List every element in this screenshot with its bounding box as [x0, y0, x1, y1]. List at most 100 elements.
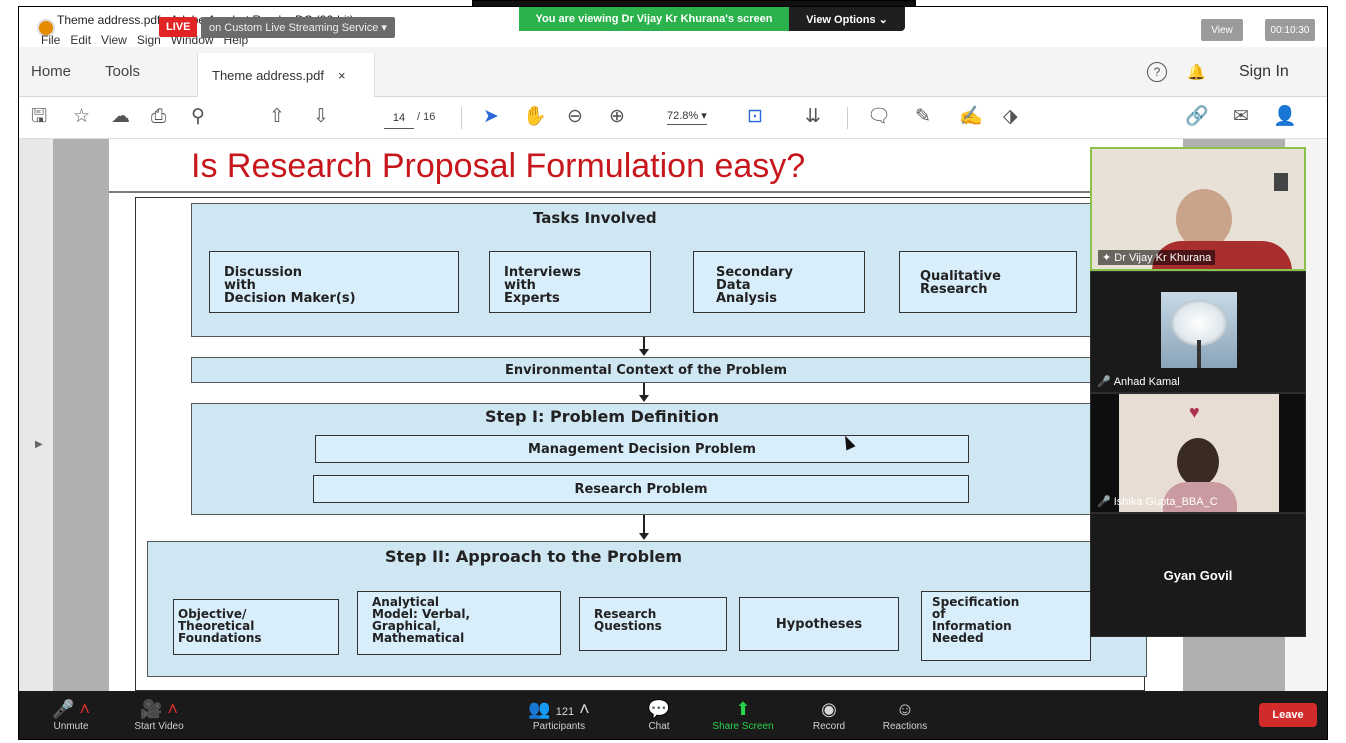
leave-button[interactable]: Leave: [1259, 703, 1317, 727]
viewing-banner: You are viewing Dr Vijay Kr Khurana's sc…: [519, 7, 789, 31]
wall-frame: [1274, 173, 1288, 191]
share-screen-button[interactable]: ⬆ Share Screen: [703, 699, 783, 732]
comment-icon[interactable]: 🗨: [867, 107, 891, 127]
tab-home[interactable]: Home: [31, 63, 71, 80]
host-face: [1176, 189, 1232, 249]
task-box: Interviews with Experts: [489, 251, 651, 313]
record-button[interactable]: ◉ Record: [789, 699, 869, 732]
email-icon[interactable]: ✉: [1233, 107, 1249, 127]
video-tile-ishika[interactable]: ♥ 🎤 Ishika Gupta_BBA_C: [1090, 393, 1306, 513]
chat-button[interactable]: 💬 Chat: [619, 699, 699, 732]
title-rule: [109, 191, 1109, 193]
expand-panel-icon[interactable]: ▶: [35, 439, 43, 450]
mic-muted-icon: 🎤 ˄: [52, 699, 90, 719]
upload-cloud-icon[interactable]: ☁: [111, 107, 130, 127]
scroll-mode-icon[interactable]: ⇊: [805, 107, 821, 127]
approach-box: Research Questions: [579, 597, 727, 651]
highlight-pen-icon[interactable]: ✎: [915, 107, 931, 127]
environmental-context-box: Environmental Context of the Problem: [191, 357, 1101, 383]
zoom-window: Theme address.pdf - Adobe Acrobat Reader…: [18, 6, 1328, 740]
zoom-control-bar: 🎤 ˄ Unmute 🎥 ˄ Start Video 👥 121 ˄ Parti…: [19, 691, 1327, 739]
help-icon[interactable]: ?: [1147, 62, 1167, 82]
menu-edit[interactable]: Edit: [70, 33, 91, 47]
left-nav-panel: ▶: [19, 139, 53, 691]
mic-muted-icon: 🎤: [1097, 496, 1111, 508]
tab-document-label: Theme address.pdf: [212, 67, 325, 83]
pdf-page: Is Research Proposal Formulation easy? T…: [109, 139, 1183, 691]
menu-file[interactable]: File: [41, 33, 60, 47]
hand-tool-icon[interactable]: ✋: [523, 107, 547, 127]
unmute-button[interactable]: 🎤 ˄ Unmute: [31, 699, 111, 732]
research-problem-box: Research Problem: [313, 475, 969, 503]
tile-name: 🎤 Ishika Gupta_BBA_C: [1097, 496, 1218, 508]
page-number-input[interactable]: 14: [384, 107, 414, 129]
page-gutter-left: [53, 139, 109, 691]
toolbar-separator: [461, 107, 462, 129]
video-tile-anhad[interactable]: 🎤 Anhad Kamal: [1090, 271, 1306, 393]
tab-document[interactable]: Theme address.pdf ×: [197, 53, 375, 97]
view-button[interactable]: View: [1201, 19, 1243, 41]
pin-icon: ✦: [1102, 252, 1115, 264]
video-off-icon: 🎥 ˄: [140, 699, 178, 719]
toolbar-separator: [847, 107, 848, 129]
zoom-search-icon[interactable]: ⚲: [191, 107, 205, 127]
fill-sign-icon[interactable]: ⬗: [1003, 107, 1018, 127]
save-icon[interactable]: 🖫: [31, 107, 47, 127]
chat-icon: 💬: [647, 699, 671, 719]
step1-header: Step I: Problem Definition: [485, 407, 719, 426]
zoom-out-icon[interactable]: ⊖: [567, 107, 583, 127]
acrobat-tabbar: Home Tools Theme address.pdf × ? 🔔 Sign …: [19, 47, 1327, 97]
approach-box: Analytical Model: Verbal, Graphical, Mat…: [357, 591, 561, 655]
management-decision-problem-box: Management Decision Problem: [315, 435, 969, 463]
menu-sign[interactable]: Sign: [137, 33, 161, 47]
zoom-in-icon[interactable]: ⊕: [609, 107, 625, 127]
sign-in-link[interactable]: Sign In: [1239, 63, 1289, 81]
approach-box: Objective/ Theoretical Foundations: [173, 599, 339, 655]
participant-name: Gyan Govil: [1163, 567, 1233, 583]
participants-button[interactable]: 👥 121 ˄ Participants: [519, 699, 599, 732]
reactions-button[interactable]: ☺ Reactions: [865, 699, 945, 732]
print-icon[interactable]: ⎙: [151, 107, 166, 127]
start-video-button[interactable]: 🎥 ˄ Start Video: [119, 699, 199, 732]
flow-arrow: [639, 383, 649, 402]
logo-icon: ♥: [1189, 402, 1200, 422]
flow-arrow: [639, 337, 649, 356]
participants-icon: 👥 121 ˄: [528, 699, 590, 719]
video-tile-gyan[interactable]: Gyan Govil: [1090, 513, 1306, 637]
fit-page-icon[interactable]: ⊡: [747, 107, 763, 127]
participant-face: [1177, 438, 1219, 486]
live-badge[interactable]: LIVE: [159, 17, 198, 37]
view-options-button[interactable]: View Options ⌄: [789, 7, 905, 31]
mic-muted-icon: 🎤: [1097, 376, 1111, 388]
tasks-header: Tasks Involved: [533, 209, 657, 227]
tile-name: 🎤 Anhad Kamal: [1097, 376, 1180, 388]
slide-title: Is Research Proposal Formulation easy?: [191, 147, 806, 185]
sign-icon[interactable]: ✍: [959, 107, 983, 127]
page-total: / 16: [417, 111, 436, 123]
zoom-level-select[interactable]: 72.8% ▾: [667, 109, 707, 125]
bookmark-star-icon[interactable]: ☆: [73, 107, 90, 127]
video-tile-host[interactable]: ✦ Dr Vijay Kr Khurana: [1090, 147, 1306, 271]
live-stream-dropdown[interactable]: on Custom Live Streaming Service ▾: [201, 17, 395, 38]
avatar: [1161, 292, 1237, 368]
page-down-icon[interactable]: ⇩: [313, 107, 329, 127]
task-box: Qualitative Research: [899, 251, 1077, 313]
tab-tools[interactable]: Tools: [105, 63, 140, 80]
approach-box: Hypotheses: [739, 597, 899, 651]
step2-header: Step II: Approach to the Problem: [385, 547, 683, 566]
select-cursor-icon[interactable]: ➤: [483, 107, 499, 127]
task-box: Secondary Data Analysis: [693, 251, 865, 313]
elapsed-timer: 00:10:30: [1265, 19, 1315, 41]
acrobat-menubar: Theme address.pdf - Adobe Acrobat Reader…: [19, 7, 1327, 47]
add-user-icon[interactable]: 👤: [1273, 107, 1297, 127]
menu-view[interactable]: View: [101, 33, 127, 47]
share-screen-icon: ⬆: [735, 699, 751, 719]
approach-box: Specification of Information Needed: [921, 591, 1091, 661]
page-up-icon[interactable]: ⇧: [269, 107, 285, 127]
share-link-icon[interactable]: 🔗: [1185, 107, 1209, 127]
close-tab-icon[interactable]: ×: [338, 68, 346, 83]
document-area: ▶ Is Research Proposal Formulation easy?…: [19, 139, 1327, 691]
bell-icon[interactable]: 🔔: [1187, 63, 1206, 81]
flow-arrow: [639, 515, 649, 540]
record-icon: ◉: [821, 699, 837, 719]
